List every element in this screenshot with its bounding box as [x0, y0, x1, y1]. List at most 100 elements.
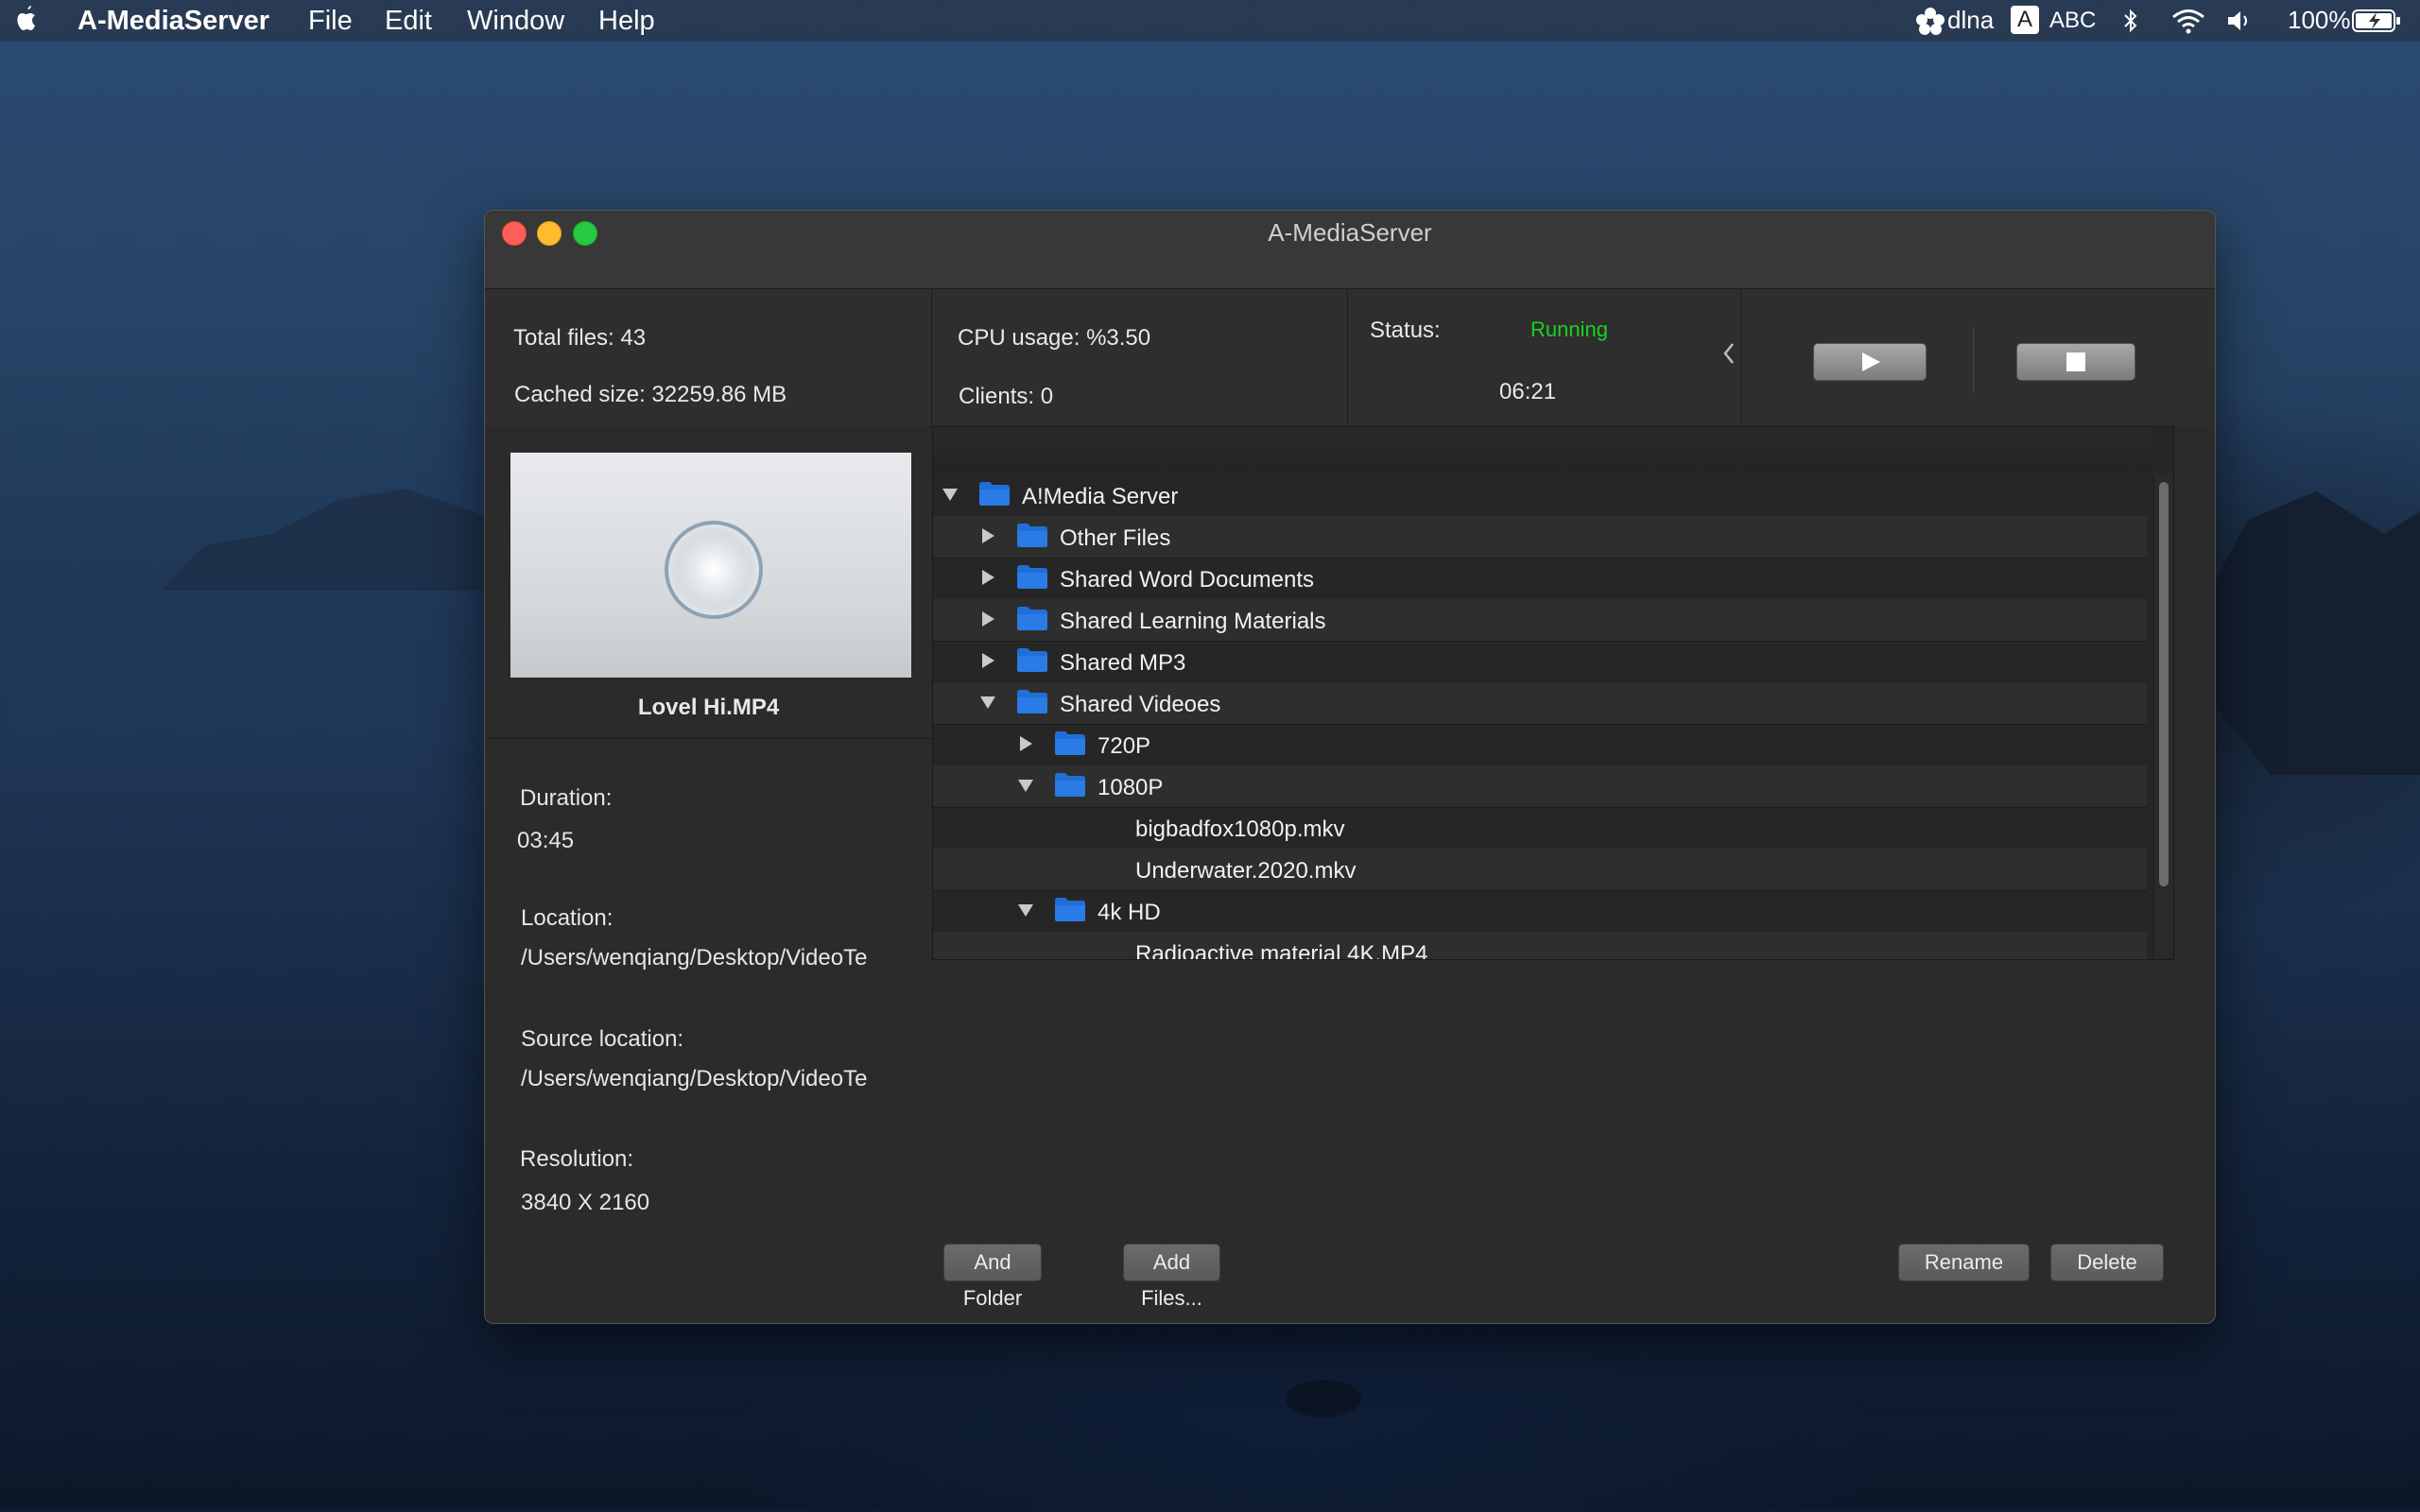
tree-row-label: Underwater.2020.mkv — [1135, 858, 1357, 884]
duration-value: 03:45 — [517, 828, 575, 853]
tree-folder-row[interactable]: Shared Word Documents — [933, 558, 2147, 600]
tree-row-label: Shared Word Documents — [1060, 567, 1315, 593]
tree-folder-row[interactable]: Shared MP3 — [933, 641, 2147, 683]
tree-row-label: Shared Videoes — [1060, 692, 1221, 717]
tree-header — [933, 427, 2152, 474]
tree-folder-row[interactable]: A!Media Server — [933, 474, 2147, 517]
divider — [931, 289, 932, 426]
divider — [1740, 289, 1741, 426]
folder-icon — [1055, 898, 1085, 921]
tree-row-label: A!Media Server — [1022, 484, 1179, 509]
tree-row-label: bigbadfox1080p.mkv — [1135, 816, 1345, 842]
tree-folder-row[interactable]: Shared Videoes — [933, 682, 2147, 725]
folder-icon — [1055, 773, 1085, 797]
menu-bar: A-MediaServer File Edit Window Help dlna… — [0, 0, 2420, 42]
dlna-label: dlna — [1947, 6, 1995, 34]
video-preview[interactable] — [510, 453, 911, 678]
source-location-label: Source location: — [521, 1026, 684, 1052]
tree-file-row[interactable]: Radioactive material 4K.MP4 — [933, 932, 2147, 960]
clients-count: Clients: 0 — [959, 384, 1054, 409]
tree-row-label: Shared Learning Materials — [1060, 609, 1326, 634]
disclosure-triangle-icon[interactable] — [1018, 780, 1033, 792]
dlna-icon[interactable] — [1914, 6, 1946, 36]
tree-file-row[interactable]: Underwater.2020.mkv — [933, 849, 2147, 891]
window-title: A-MediaServer — [1268, 218, 1432, 247]
tree-folder-row[interactable]: 720P — [933, 724, 2147, 766]
tree-row-label: 4k HD — [1098, 900, 1161, 925]
menu-help[interactable]: Help — [598, 6, 655, 37]
disclosure-triangle-icon[interactable] — [982, 653, 994, 668]
disclosure-triangle-icon[interactable] — [982, 611, 994, 627]
disclosure-triangle-icon[interactable] — [980, 696, 995, 709]
title-bar[interactable]: A-MediaServer — [485, 211, 2215, 289]
stats-bar: Total files: 43 Cached size: 32259.86 MB… — [485, 289, 2215, 426]
apple-icon[interactable] — [13, 4, 40, 34]
resolution-value: 3840 X 2160 — [521, 1190, 650, 1215]
wifi-icon[interactable] — [2170, 8, 2206, 34]
wallpaper-rock — [1286, 1380, 1361, 1418]
folder-icon — [1055, 731, 1085, 755]
tree-row-label: 720P — [1098, 733, 1151, 759]
rename-button[interactable]: Rename — [1898, 1244, 2030, 1281]
tree-folder-row[interactable]: Other Files — [933, 516, 2147, 558]
disclosure-triangle-icon[interactable] — [982, 528, 994, 543]
menu-edit[interactable]: Edit — [385, 6, 432, 37]
status-value: Running — [1530, 318, 1608, 341]
input-source-label[interactable]: ABC — [2049, 8, 2096, 34]
battery-percent: 100% — [2288, 6, 2351, 34]
divider — [1347, 289, 1348, 426]
folder-icon — [979, 482, 1010, 506]
tree-file-row[interactable]: bigbadfox1080p.mkv — [933, 807, 2147, 850]
wallpaper-cliff — [2203, 491, 2420, 775]
total-files: Total files: 43 — [513, 325, 647, 351]
app-window: A-MediaServer Total files: 43 Cached siz… — [484, 210, 2216, 1324]
tree-row-label: Shared MP3 — [1060, 650, 1186, 676]
source-location-value: /Users/wenqiang/Desktop/VideoTe — [521, 1066, 868, 1091]
add-files-button[interactable]: Add Files... — [1123, 1244, 1220, 1310]
play-icon — [1862, 352, 1880, 371]
status-label: Status: — [1370, 318, 1441, 343]
vertical-scrollbar[interactable] — [2153, 474, 2173, 958]
cached-size: Cached size: 32259.86 MB — [514, 382, 787, 407]
folder-icon — [1017, 648, 1047, 672]
stop-icon — [2066, 352, 2085, 371]
folder-icon — [1017, 565, 1047, 589]
folder-icon — [1017, 690, 1047, 713]
collapse-icon[interactable] — [1721, 340, 1737, 367]
app-menu[interactable]: A-MediaServer — [78, 6, 269, 37]
cpu-usage: CPU usage: %3.50 — [958, 325, 1151, 351]
tree-folder-row[interactable]: 1080P — [933, 765, 2147, 808]
preview-file-name: Lovel Hi.MP4 — [637, 695, 780, 720]
tree-row-label: Other Files — [1060, 525, 1171, 551]
disclosure-triangle-icon[interactable] — [942, 489, 958, 501]
input-source-icon[interactable]: A — [2011, 6, 2039, 34]
divider — [1973, 327, 1974, 393]
volume-icon[interactable] — [2226, 9, 2255, 33]
menu-window[interactable]: Window — [467, 6, 564, 37]
location-label: Location: — [521, 905, 614, 931]
detail-panel: Lovel Hi.MP4 Duration: 03:45 Location: /… — [485, 426, 932, 1323]
scrollbar-thumb[interactable] — [2159, 482, 2169, 886]
disclosure-triangle-icon[interactable] — [982, 570, 994, 585]
bluetooth-icon[interactable] — [2121, 8, 2140, 34]
disclosure-triangle-icon[interactable] — [1018, 904, 1033, 917]
folder-icon — [1017, 524, 1047, 547]
divider — [485, 738, 932, 739]
play-button[interactable] — [1813, 343, 1927, 381]
resolution-label: Resolution: — [520, 1146, 634, 1172]
uptime: 06:21 — [1499, 379, 1557, 404]
stop-button[interactable] — [2016, 343, 2135, 381]
tree-row-label: Radioactive material 4K.MP4 — [1135, 941, 1428, 960]
tree-row-label: 1080P — [1098, 775, 1164, 800]
folder-icon — [1017, 607, 1047, 630]
tree-folder-row[interactable]: Shared Learning Materials — [933, 599, 2147, 642]
file-tree[interactable]: A!Media Server Other Files Shared Word Doc… — [932, 426, 2174, 960]
disclosure-triangle-icon[interactable] — [1020, 736, 1032, 751]
add-folder-button[interactable]: And Folder — [943, 1244, 1042, 1310]
loading-spinner-icon — [665, 521, 763, 619]
duration-label: Duration: — [520, 785, 613, 811]
menu-file[interactable]: File — [308, 6, 353, 37]
tree-folder-row[interactable]: 4k HD — [933, 890, 2147, 933]
battery-icon[interactable] — [2352, 9, 2401, 33]
delete-button[interactable]: Delete — [2050, 1244, 2164, 1281]
